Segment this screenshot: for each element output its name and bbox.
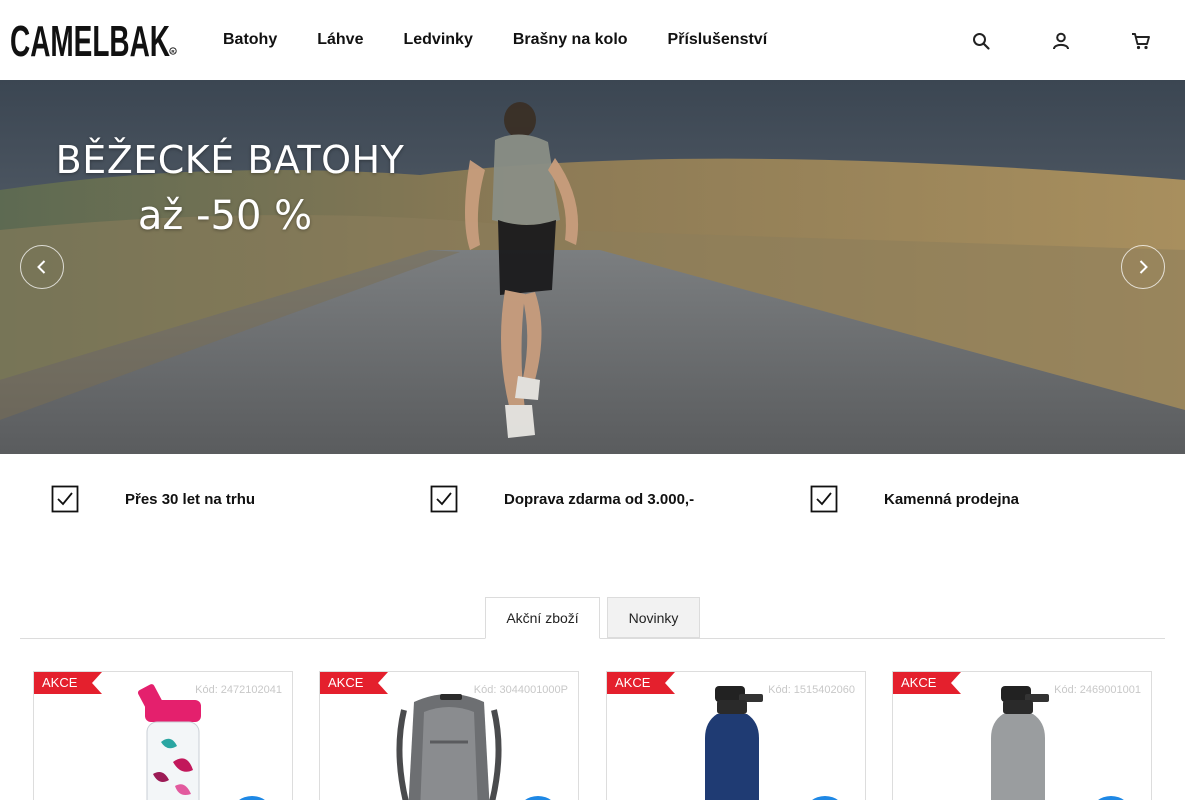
usp-text: Přes 30 let na trhu: [125, 490, 256, 508]
sale-badge: AKCE: [893, 672, 961, 694]
cart-icon[interactable]: [1130, 30, 1152, 52]
sale-badge-label: AKCE: [615, 675, 651, 690]
sale-badge: AKCE: [607, 672, 675, 694]
camelbak-logo[interactable]: CAMELBAK R: [10, 18, 178, 62]
nav-item-brasny-na-kolo[interactable]: Brašny na kolo: [513, 31, 628, 49]
check-square-icon: [51, 485, 79, 513]
usp-item: Přes 30 let na trhu: [51, 484, 255, 514]
usp-item: Doprava zdarma od 3.000,-: [430, 484, 694, 514]
add-to-cart-button[interactable]: [1091, 796, 1131, 800]
sale-badge: AKCE: [320, 672, 388, 694]
chevron-left-icon: [37, 260, 46, 274]
add-to-cart-button[interactable]: [518, 796, 558, 800]
nav-item-ledvinky[interactable]: Ledvinky: [403, 31, 472, 49]
nav-item-batohy[interactable]: Batohy: [223, 31, 277, 49]
add-to-cart-button[interactable]: [232, 796, 272, 800]
logo-text: CAMELBAK: [10, 18, 170, 62]
product-code: Kód: 2469001001: [1054, 684, 1141, 696]
sale-badge-label: AKCE: [901, 675, 937, 690]
tab-akcni-zbozi[interactable]: Akční zboží: [485, 597, 600, 639]
product-image[interactable]: [103, 682, 223, 800]
slider-next-button[interactable]: [1121, 245, 1165, 289]
sale-badge-label: AKCE: [328, 675, 364, 690]
product-card[interactable]: AKCE Kód: 1515402060: [606, 671, 866, 800]
usp-item: Kamenná prodejna: [810, 484, 1019, 514]
usp-text: Doprava zdarma od 3.000,-: [504, 490, 695, 508]
nav-item-prislusenstvi[interactable]: Příslušenství: [668, 31, 768, 49]
product-image[interactable]: [977, 682, 1067, 800]
product-image[interactable]: [384, 682, 514, 800]
product-card[interactable]: AKCE Kód: 2472102041: [33, 671, 293, 800]
tab-novinky[interactable]: Novinky: [607, 597, 700, 638]
slider-prev-button[interactable]: [20, 245, 64, 289]
add-to-cart-button[interactable]: [805, 796, 845, 800]
product-card[interactable]: AKCE Kód: 3044001000P: [319, 671, 579, 800]
main-nav: Batohy Láhve Ledvinky Brašny na kolo Pří…: [223, 0, 807, 80]
search-icon[interactable]: [970, 30, 992, 52]
check-square-icon: [810, 485, 838, 513]
product-card[interactable]: AKCE Kód: 2469001001: [892, 671, 1152, 800]
user-icon[interactable]: [1050, 30, 1072, 52]
hero-subtitle: až -50 %: [137, 193, 313, 239]
hero-banner[interactable]: BĚŽECKÉ BATOHY až -50 %: [0, 80, 1185, 454]
sale-badge: AKCE: [34, 672, 102, 694]
product-code: Kód: 1515402060: [768, 684, 855, 696]
hero-title: BĚŽECKÉ BATOHY: [55, 138, 405, 182]
page: CAMELBAK R Batohy Láhve Ledvinky Brašny …: [0, 0, 1185, 800]
chevron-right-icon: [1139, 260, 1148, 274]
check-square-icon: [430, 485, 458, 513]
usp-text: Kamenná prodejna: [884, 490, 1020, 508]
product-image[interactable]: [691, 682, 781, 800]
hero-image: [0, 80, 1185, 454]
site-header: CAMELBAK R Batohy Láhve Ledvinky Brašny …: [0, 0, 1185, 80]
sale-badge-label: AKCE: [42, 675, 78, 690]
nav-item-lahve[interactable]: Láhve: [317, 31, 363, 49]
